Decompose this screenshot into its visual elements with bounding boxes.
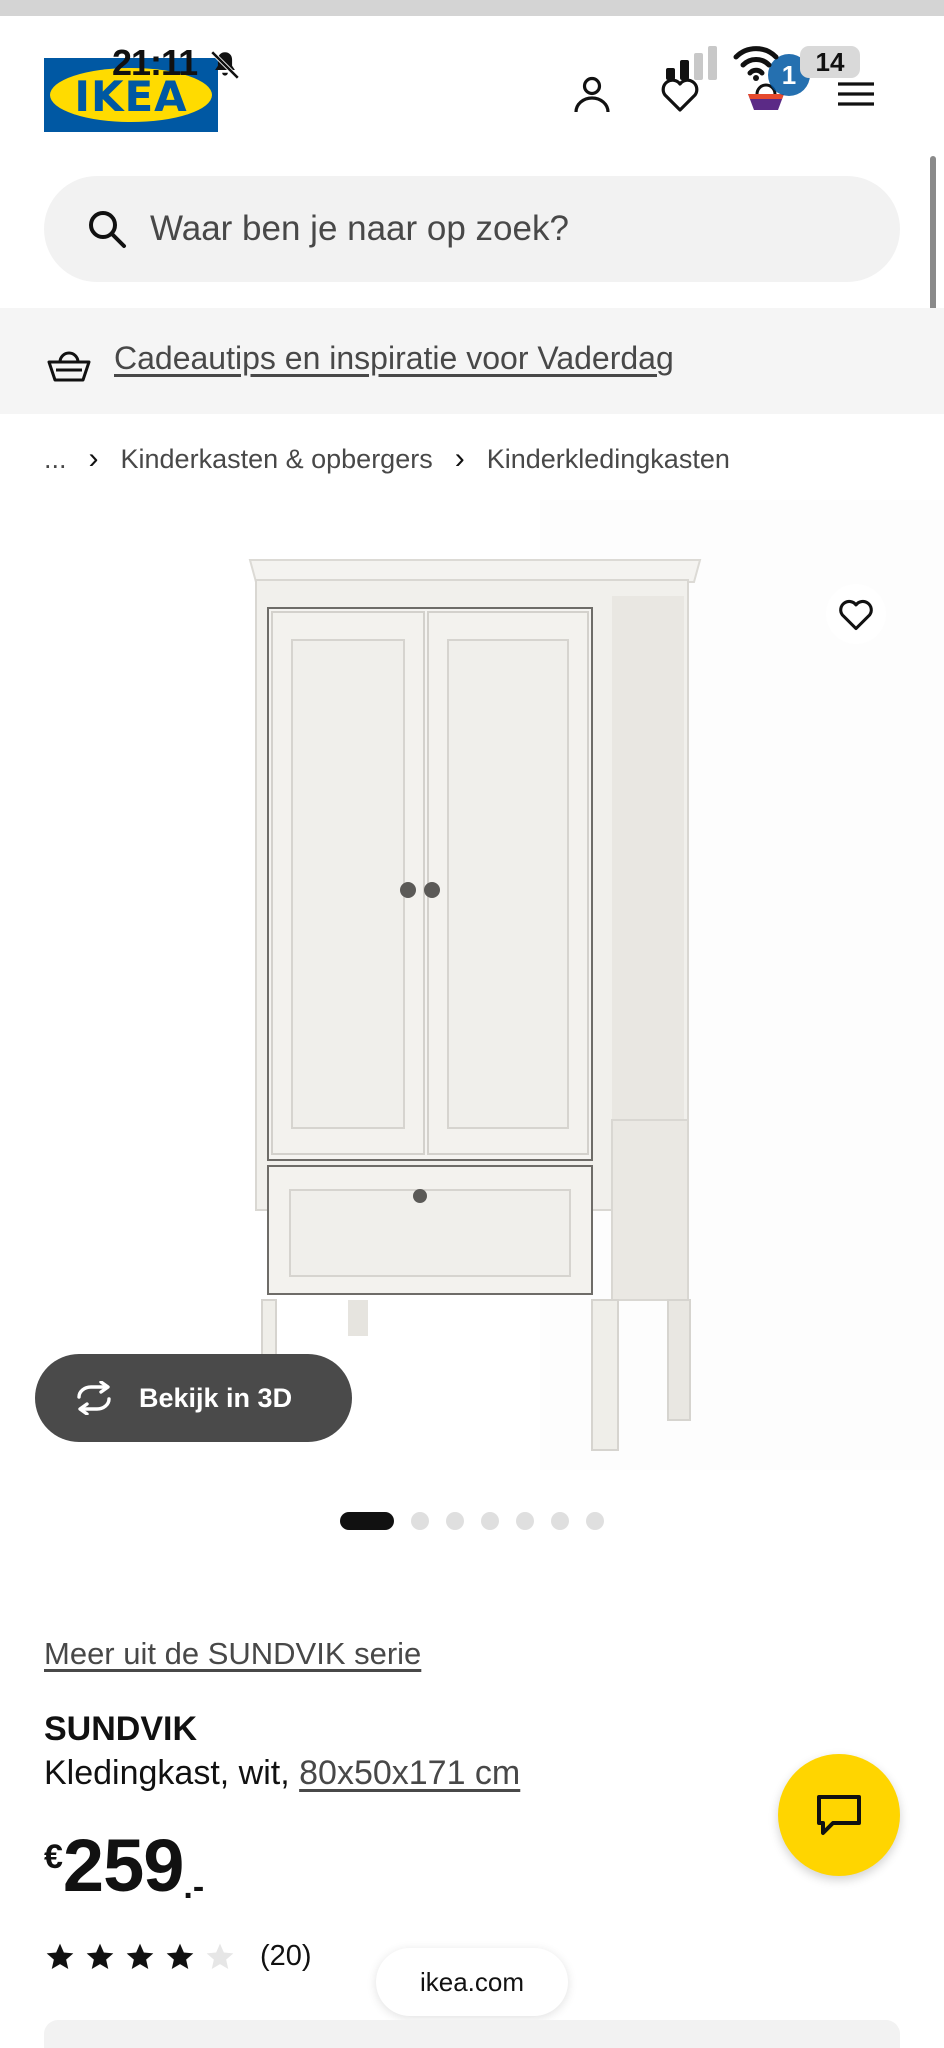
review-count: (20) [260,1940,312,1972]
status-time: 21:11 [112,42,198,83]
carousel-dot[interactable] [516,1512,534,1530]
menu-icon[interactable] [834,72,878,116]
breadcrumb-item-kinderkledingkasten[interactable]: Kinderkledingkasten [487,444,730,475]
promo-banner: Cadeautips en inspiratie voor Vaderdag [0,308,944,414]
search-bar[interactable] [44,176,900,282]
carousel-dot[interactable] [481,1512,499,1530]
carousel-dot[interactable] [446,1512,464,1530]
promo-link[interactable]: Cadeautips en inspiratie voor Vaderdag [114,340,674,377]
chat-bubble-icon [817,1795,861,1835]
bell-muted-icon [210,50,240,80]
carousel-dot[interactable] [586,1512,604,1530]
chevron-right-icon: › [454,442,465,475]
chat-button[interactable] [778,1754,900,1876]
breadcrumb: ... › Kinderkasten & opbergers › Kinderk… [44,442,730,476]
add-to-favorites-button[interactable] [826,584,886,644]
view-3d-button[interactable]: Bekijk in 3D [35,1354,352,1442]
chevron-right-icon: › [88,442,99,475]
star-filled-icon [166,1943,194,1969]
breadcrumb-ellipsis[interactable]: ... [44,444,67,475]
price-amount: 259 [62,1824,184,1907]
basket-icon [47,351,91,382]
product-image[interactable] [0,500,944,1470]
star-filled-icon [86,1943,114,1969]
series-link[interactable]: Meer uit de SUNDVIK serie [44,1636,421,1672]
heart-icon [839,599,873,631]
breadcrumb-item-kinderkasten[interactable]: Kinderkasten & opbergers [121,444,433,475]
bottom-panel [44,2020,900,2048]
browser-url-bar[interactable]: ikea.com [376,1948,568,2016]
star-filled-icon [126,1943,154,1969]
battery-level: 14 [815,46,845,77]
product-dimensions-link[interactable]: 80x50x171 cm [299,1754,520,1792]
view-3d-label: Bekijk in 3D [139,1382,293,1413]
wifi-icon [733,46,779,81]
search-icon [89,211,126,248]
product-price: € 259 .- [44,1824,204,1908]
price-suffix: .- [183,1868,205,1906]
product-name: SUNDVIK [44,1710,198,1748]
carousel-dot-active[interactable] [340,1512,394,1530]
product-description: Kledingkast, wit, 80x50x171 cm [44,1754,520,1793]
price-currency: € [44,1838,63,1876]
product-description-text: Kledingkast, wit, [44,1754,300,1792]
top-strip [0,0,944,16]
star-empty-icon [206,1943,234,1969]
star-filled-icon [46,1943,74,1969]
product-rating[interactable]: (20) [44,1940,312,1973]
battery-indicator: 14 [800,46,860,78]
carousel-dot[interactable] [411,1512,429,1530]
signal-icon [666,46,717,80]
search-input[interactable] [150,202,850,256]
carousel-dot[interactable] [551,1512,569,1530]
image-carousel-dots [340,1512,604,1530]
rotate-icon [77,1381,111,1415]
account-icon[interactable] [570,72,614,116]
